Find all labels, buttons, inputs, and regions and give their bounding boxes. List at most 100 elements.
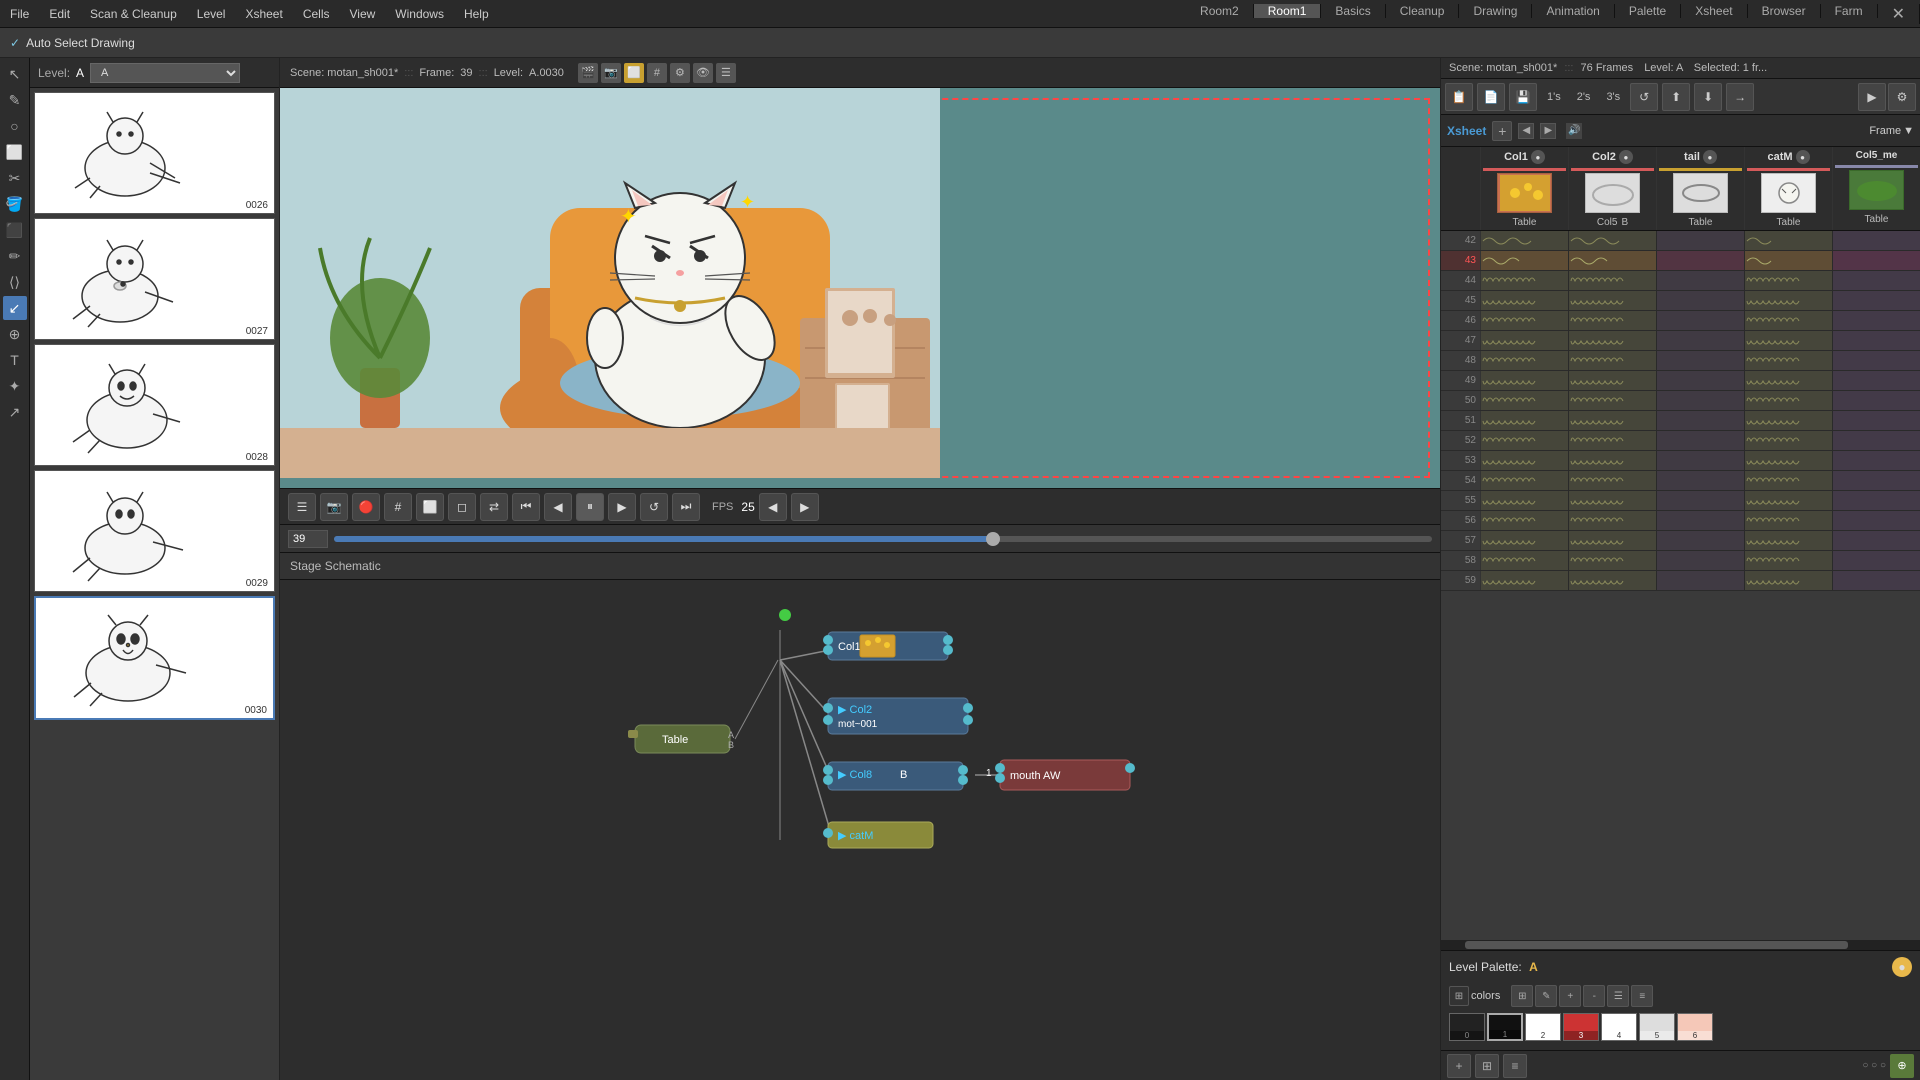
xsheet-tool-right[interactable]: → bbox=[1726, 83, 1754, 111]
menu-file[interactable]: File bbox=[0, 7, 39, 21]
cell-tail-43[interactable] bbox=[1657, 251, 1745, 270]
cell-1-58[interactable] bbox=[1569, 551, 1657, 570]
palette-tool-3[interactable]: + bbox=[1559, 985, 1581, 1007]
cell-4-52[interactable] bbox=[1833, 431, 1920, 450]
palette-tool-1[interactable]: ⊞ bbox=[1511, 985, 1533, 1007]
tab-farm[interactable]: Farm bbox=[1821, 4, 1878, 18]
cell-1-52[interactable] bbox=[1569, 431, 1657, 450]
cell-1-49[interactable] bbox=[1569, 371, 1657, 390]
cell-0-47[interactable] bbox=[1481, 331, 1569, 350]
cell-4-50[interactable] bbox=[1833, 391, 1920, 410]
cell-col5me-43[interactable] bbox=[1833, 251, 1920, 270]
cell-1-56[interactable] bbox=[1569, 511, 1657, 530]
rbt-btn-3[interactable]: ≡ bbox=[1503, 1054, 1527, 1078]
cell-4-47[interactable] bbox=[1833, 331, 1920, 350]
cell-3-51[interactable] bbox=[1745, 411, 1833, 430]
cell-4-57[interactable] bbox=[1833, 531, 1920, 550]
thumbnail-0029[interactable]: 0029 bbox=[34, 470, 275, 592]
menu-xsheet[interactable]: Xsheet bbox=[235, 7, 292, 21]
cell-1-45[interactable] bbox=[1569, 291, 1657, 310]
cell-0-53[interactable] bbox=[1481, 451, 1569, 470]
tool-arrow[interactable]: ↖ bbox=[3, 62, 27, 86]
cell-catm-42[interactable] bbox=[1745, 231, 1833, 250]
swatch-0[interactable]: 0 bbox=[1449, 1013, 1485, 1041]
tab-room2[interactable]: Room2 bbox=[1186, 4, 1254, 18]
cell-0-55[interactable] bbox=[1481, 491, 1569, 510]
palette-tool-2[interactable]: ✎ bbox=[1535, 985, 1557, 1007]
xsheet-row-53[interactable]: 53 bbox=[1441, 451, 1920, 471]
cell-1-44[interactable] bbox=[1569, 271, 1657, 290]
cell-4-58[interactable] bbox=[1833, 551, 1920, 570]
rbt-green-btn[interactable]: ⊕ bbox=[1890, 1054, 1914, 1078]
rbt-btn-2[interactable]: ⊞ bbox=[1475, 1054, 1499, 1078]
cell-tail-42[interactable] bbox=[1657, 231, 1745, 250]
btn-pause[interactable]: ⏸ bbox=[576, 493, 604, 521]
tail-btn[interactable]: ● bbox=[1703, 150, 1717, 164]
cell-3-52[interactable] bbox=[1745, 431, 1833, 450]
thumbnail-0030[interactable]: 0030 bbox=[34, 596, 275, 720]
xsheet-hscroll-thumb[interactable] bbox=[1465, 941, 1848, 949]
cell-1-59[interactable] bbox=[1569, 571, 1657, 590]
xsheet-tool-export[interactable]: ⬆ bbox=[1662, 83, 1690, 111]
cell-3-44[interactable] bbox=[1745, 271, 1833, 290]
xsheet-row-50[interactable]: 50 bbox=[1441, 391, 1920, 411]
btn-skip-start[interactable]: ⏮ bbox=[512, 493, 540, 521]
cell-3-45[interactable] bbox=[1745, 291, 1833, 310]
xsheet-row-58[interactable]: 58 bbox=[1441, 551, 1920, 571]
xsheet-tool-copy[interactable]: 📋 bbox=[1445, 83, 1473, 111]
cell-4-54[interactable] bbox=[1833, 471, 1920, 490]
xsheet-row-57[interactable]: 57 bbox=[1441, 531, 1920, 551]
swatch-1[interactable]: 1 bbox=[1487, 1013, 1523, 1041]
cell-2-46[interactable] bbox=[1657, 311, 1745, 330]
xsheet-row-45[interactable]: 45 bbox=[1441, 291, 1920, 311]
palette-grid-btn[interactable]: ⊞ bbox=[1449, 986, 1469, 1006]
menu-edit[interactable]: Edit bbox=[39, 7, 80, 21]
tool-pin[interactable]: ↗ bbox=[3, 400, 27, 424]
xsheet-tool-import[interactable]: ⬇ bbox=[1694, 83, 1722, 111]
cell-4-55[interactable] bbox=[1833, 491, 1920, 510]
xsheet-tool-paste[interactable]: 📄 bbox=[1477, 83, 1505, 111]
cell-2-45[interactable] bbox=[1657, 291, 1745, 310]
col-nav-right[interactable]: ▶ bbox=[1540, 123, 1556, 139]
swatch-3[interactable]: 3 bbox=[1563, 1013, 1599, 1041]
xsheet-row-47[interactable]: 47 bbox=[1441, 331, 1920, 351]
xsheet-row-44[interactable]: 44 bbox=[1441, 271, 1920, 291]
cell-3-49[interactable] bbox=[1745, 371, 1833, 390]
col-header-col1[interactable]: Col1 ● Table bbox=[1481, 147, 1569, 230]
xsheet-hscrollbar[interactable] bbox=[1441, 940, 1920, 950]
add-column-btn[interactable]: + bbox=[1492, 121, 1512, 141]
cell-1-51[interactable] bbox=[1569, 411, 1657, 430]
cell-4-59[interactable] bbox=[1833, 571, 1920, 590]
cell-0-52[interactable] bbox=[1481, 431, 1569, 450]
tab-browser[interactable]: Browser bbox=[1748, 4, 1821, 18]
cell-4-44[interactable] bbox=[1833, 271, 1920, 290]
col-header-tail[interactable]: tail ● Table bbox=[1657, 147, 1745, 230]
tool-fill[interactable]: ⬜ bbox=[3, 140, 27, 164]
xsheet-row-49[interactable]: 49 bbox=[1441, 371, 1920, 391]
cell-1-53[interactable] bbox=[1569, 451, 1657, 470]
cell-1-48[interactable] bbox=[1569, 351, 1657, 370]
tool-bender[interactable]: ✦ bbox=[3, 374, 27, 398]
scene-tool-1[interactable]: 🎬 bbox=[578, 63, 598, 83]
cell-2-51[interactable] bbox=[1657, 411, 1745, 430]
cell-3-46[interactable] bbox=[1745, 311, 1833, 330]
cell-0-44[interactable] bbox=[1481, 271, 1569, 290]
menu-level[interactable]: Level bbox=[187, 7, 236, 21]
cell-3-59[interactable] bbox=[1745, 571, 1833, 590]
tool-geometric[interactable]: ○ bbox=[3, 114, 27, 138]
col-header-col5me[interactable]: Col5_me Table bbox=[1833, 147, 1920, 230]
xsheet-row-51[interactable]: 51 bbox=[1441, 411, 1920, 431]
cell-0-49[interactable] bbox=[1481, 371, 1569, 390]
cell-2-53[interactable] bbox=[1657, 451, 1745, 470]
cell-0-48[interactable] bbox=[1481, 351, 1569, 370]
scene-tool-2[interactable]: 📷 bbox=[601, 63, 621, 83]
cell-3-50[interactable] bbox=[1745, 391, 1833, 410]
cell-col1-43[interactable] bbox=[1481, 251, 1569, 270]
cell-3-57[interactable] bbox=[1745, 531, 1833, 550]
cell-0-46[interactable] bbox=[1481, 311, 1569, 330]
xsheet-row-59[interactable]: 59 bbox=[1441, 571, 1920, 591]
col2-btn[interactable]: ● bbox=[1619, 150, 1633, 164]
scene-tool-5[interactable]: ⚙ bbox=[670, 63, 690, 83]
scene-tool-6[interactable]: 👁 bbox=[693, 63, 713, 83]
col-header-col2[interactable]: Col2 ● Col5 B bbox=[1569, 147, 1657, 230]
